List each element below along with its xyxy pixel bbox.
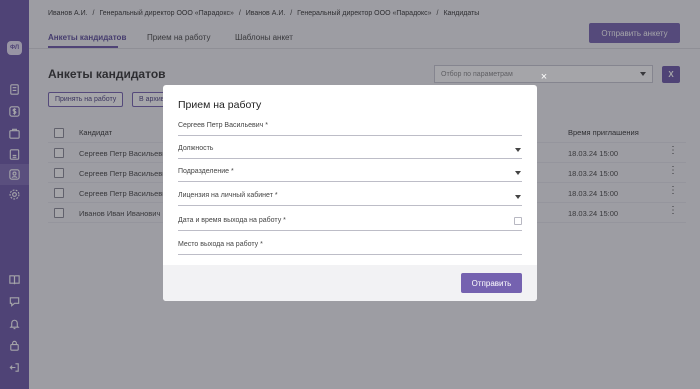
modal-title: Прием на работу xyxy=(178,99,262,111)
required-mark: * xyxy=(283,217,286,224)
field-label: Должность xyxy=(178,145,214,152)
required-mark: * xyxy=(230,168,234,175)
license-select[interactable]: Лицензия на личный кабинет * xyxy=(178,192,522,206)
field-label: Лицензия на личный кабинет xyxy=(178,192,273,199)
submit-button[interactable]: Отправить xyxy=(461,273,522,293)
field-label: Подразделение xyxy=(178,168,230,175)
close-icon[interactable]: × xyxy=(539,72,549,83)
field-label: Сергеев Петр Васильевич xyxy=(178,122,264,129)
calendar-icon[interactable] xyxy=(514,217,522,225)
chevron-down-icon xyxy=(515,195,521,199)
start-location-field[interactable]: Место выхода на работу * xyxy=(178,241,522,255)
chevron-down-icon xyxy=(515,148,521,152)
department-select[interactable]: Подразделение * xyxy=(178,168,522,182)
hiring-modal: Прием на работу Сергеев Петр Васильевич … xyxy=(163,85,537,301)
candidate-field[interactable]: Сергеев Петр Васильевич * xyxy=(178,122,522,136)
required-mark: * xyxy=(260,241,263,248)
chevron-down-icon xyxy=(515,171,521,175)
required-mark: * xyxy=(265,122,268,129)
start-datetime-field[interactable]: Дата и время выхода на работу * xyxy=(178,217,522,231)
field-label: Дата и время выхода на работу xyxy=(178,217,282,224)
field-label: Место выхода на работу xyxy=(178,241,259,248)
position-select[interactable]: Должность xyxy=(178,145,522,159)
required-mark: * xyxy=(274,192,278,199)
